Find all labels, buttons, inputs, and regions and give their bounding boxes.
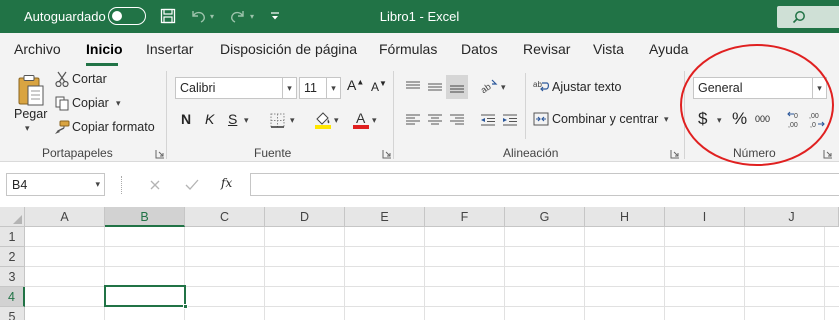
paste-icon[interactable] (14, 73, 48, 107)
font-size-combo[interactable]: 11 ▾ (299, 77, 341, 99)
name-box-dropdown-icon[interactable]: ▾ (95, 179, 100, 190)
tab-vista[interactable]: Vista (593, 41, 624, 57)
column-header[interactable]: J (745, 207, 839, 227)
svg-text:ab: ab (480, 81, 493, 94)
svg-text:A: A (356, 110, 366, 126)
clipboard-launcher-icon[interactable] (155, 148, 165, 159)
annotation-ellipse (680, 44, 834, 166)
column-header[interactable]: F (425, 207, 505, 227)
increase-font-icon[interactable]: A▲ (347, 77, 364, 93)
row-header[interactable]: 2 (0, 247, 25, 267)
select-all-button[interactable] (0, 207, 25, 227)
wrap-text-label[interactable]: Ajustar texto (552, 80, 621, 94)
format-painter-label[interactable]: Copiar formato (72, 120, 155, 134)
name-box[interactable]: B4 ▾ (6, 173, 105, 196)
align-center-icon[interactable] (425, 110, 445, 130)
cancel-entry-icon[interactable] (145, 175, 165, 195)
merge-center-dropdown-icon[interactable]: ▾ (664, 114, 669, 125)
underline-button[interactable]: S (228, 111, 237, 127)
alignment-group-label: Alineación (503, 146, 559, 160)
column-header[interactable]: I (665, 207, 745, 227)
clipboard-group-label: Portapapeles (42, 146, 113, 160)
excel-window: Autoguardado ▾ ▾ Libro1 - Excel Archivo … (0, 0, 839, 320)
search-icon (792, 11, 805, 24)
cut-label[interactable]: Cortar (72, 72, 107, 86)
tab-revisar[interactable]: Revisar (523, 41, 570, 57)
document-title: Libro1 - Excel (379, 9, 460, 24)
sub-separator (525, 73, 526, 139)
align-right-icon[interactable] (447, 110, 467, 130)
title-bar: Autoguardado ▾ ▾ Libro1 - Excel (0, 0, 839, 33)
wrap-text-icon[interactable]: ab (532, 77, 550, 95)
group-separator (166, 71, 167, 159)
align-middle-icon[interactable] (425, 77, 445, 97)
increase-indent-icon[interactable] (500, 110, 520, 130)
copy-label[interactable]: Copiar (72, 96, 109, 110)
borders-dropdown-icon[interactable]: ▾ (290, 115, 295, 126)
decrease-font-icon[interactable]: A▼ (371, 79, 387, 94)
insert-function-button[interactable]: fx (221, 176, 232, 190)
column-header[interactable]: G (505, 207, 585, 227)
name-box-value: B4 (12, 178, 28, 192)
tab-inicio[interactable]: Inicio (86, 41, 123, 57)
align-left-icon[interactable] (403, 110, 423, 130)
bold-button[interactable]: N (181, 111, 191, 127)
underline-dropdown-icon[interactable]: ▾ (244, 115, 249, 126)
font-name-dropdown-icon[interactable]: ▾ (282, 78, 296, 98)
format-painter-icon[interactable] (53, 119, 70, 135)
worksheet-grid: A B C D E F G H I J 1 2 3 4 5 (0, 207, 839, 320)
font-size-value: 11 (304, 81, 317, 95)
font-color-dropdown-icon[interactable]: ▾ (372, 115, 377, 126)
italic-button[interactable]: K (205, 111, 214, 127)
tab-disposicion[interactable]: Disposición de página (220, 41, 357, 57)
column-header[interactable]: C (185, 207, 265, 227)
column-header[interactable]: E (345, 207, 425, 227)
align-bottom-icon[interactable] (446, 75, 468, 99)
font-name-value: Calibri (180, 81, 216, 95)
row-header[interactable]: 4 (0, 287, 25, 307)
svg-text:ab: ab (533, 80, 542, 89)
decrease-indent-icon[interactable] (478, 110, 498, 130)
orientation-dropdown-icon[interactable]: ▾ (501, 82, 506, 93)
row-header[interactable]: 5 (0, 307, 25, 320)
cut-icon[interactable] (54, 71, 70, 87)
fill-color-dropdown-icon[interactable]: ▾ (334, 115, 339, 126)
font-name-combo[interactable]: Calibri ▾ (175, 77, 297, 99)
font-size-dropdown-icon[interactable]: ▾ (326, 78, 340, 98)
column-header[interactable]: A (25, 207, 105, 227)
borders-icon[interactable] (268, 111, 286, 129)
copy-icon[interactable] (54, 95, 70, 111)
active-tab-indicator (86, 63, 118, 66)
search-box[interactable] (777, 6, 839, 28)
row-header[interactable]: 1 (0, 227, 25, 247)
formula-bar-grip[interactable] (121, 176, 123, 194)
active-cell[interactable] (104, 285, 186, 307)
paste-dropdown-icon[interactable]: ▾ (25, 123, 30, 134)
group-separator (393, 71, 394, 159)
fill-color-icon[interactable] (313, 109, 333, 131)
column-header[interactable]: D (265, 207, 345, 227)
font-group-label: Fuente (254, 146, 292, 160)
grid-line (25, 266, 839, 267)
tab-formulas[interactable]: Fórmulas (379, 41, 437, 57)
fill-handle[interactable] (183, 304, 188, 309)
paste-label[interactable]: Pegar (14, 107, 47, 121)
tab-datos[interactable]: Datos (461, 41, 498, 57)
column-header[interactable]: H (585, 207, 665, 227)
font-launcher-icon[interactable] (382, 148, 392, 159)
align-top-icon[interactable] (403, 77, 423, 97)
confirm-entry-icon[interactable] (182, 175, 202, 195)
copy-dropdown-icon[interactable]: ▾ (116, 98, 121, 109)
orientation-icon[interactable]: ab (478, 76, 500, 96)
column-header[interactable]: B (105, 207, 185, 227)
tab-insertar[interactable]: Insertar (146, 41, 193, 57)
merge-center-icon[interactable] (532, 110, 550, 128)
formula-input[interactable] (250, 173, 839, 196)
grid-line (25, 246, 839, 247)
font-color-icon[interactable]: A (351, 109, 371, 131)
row-header[interactable]: 3 (0, 267, 25, 287)
merge-center-label[interactable]: Combinar y centrar (552, 112, 658, 126)
tab-archivo[interactable]: Archivo (14, 41, 61, 57)
